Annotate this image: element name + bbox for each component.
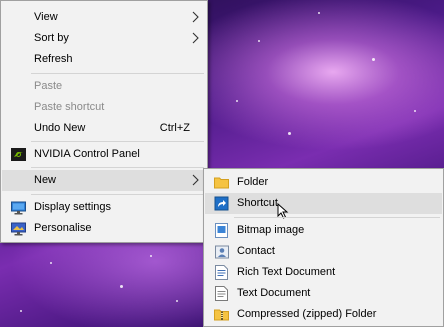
text-document-icon <box>214 286 229 301</box>
menu-separator <box>31 73 204 74</box>
wallpaper-star <box>150 255 152 257</box>
display-settings-icon <box>11 200 26 215</box>
menu-item-label: New <box>34 174 57 186</box>
menu-item-label: Paste shortcut <box>34 101 105 113</box>
submenu-item-shortcut[interactable]: Shortcut <box>205 193 442 219</box>
menu-item-personalise[interactable]: Personalise <box>2 218 206 239</box>
menu-item-label: Contact <box>237 245 275 257</box>
submenu-item-folder[interactable]: Folder <box>205 172 442 193</box>
wallpaper-star <box>120 285 123 288</box>
menu-item-refresh[interactable]: Refresh <box>2 49 206 70</box>
rich-text-document-icon <box>214 265 229 280</box>
wallpaper-star <box>50 262 52 264</box>
menu-item-label: Compressed (zipped) Folder <box>237 308 377 320</box>
menu-item-view[interactable]: View <box>2 7 206 28</box>
menu-item-sort-by[interactable]: Sort by <box>2 28 206 49</box>
menu-item-label: Personalise <box>34 222 92 234</box>
menu-item-label: Text Document <box>237 287 311 299</box>
keyboard-shortcut: Ctrl+Z <box>159 122 190 134</box>
submenu-item-contact[interactable]: Contact <box>205 241 442 262</box>
submenu-item-compressed-folder[interactable]: Compressed (zipped) Folder <box>205 304 442 325</box>
wallpaper-star <box>258 40 260 42</box>
menu-item-label: Display settings <box>34 201 112 213</box>
bitmap-image-icon <box>214 223 229 238</box>
menu-separator <box>31 141 204 142</box>
menu-item-label: Undo New <box>34 122 86 134</box>
menu-item-undo-new[interactable]: Undo New Ctrl+Z <box>2 118 206 139</box>
menu-item-nvidia-control-panel[interactable]: NVIDIA Control Panel <box>2 144 206 165</box>
menu-item-label: NVIDIA Control Panel <box>34 148 140 160</box>
chevron-right-icon <box>192 174 199 186</box>
wallpaper-star <box>414 110 416 112</box>
menu-item-label: Shortcut <box>237 197 278 209</box>
menu-item-label: Refresh <box>34 53 73 65</box>
menu-item-display-settings[interactable]: Display settings <box>2 197 206 218</box>
menu-item-label: Sort by <box>34 32 69 44</box>
menu-item-label: View <box>34 11 58 23</box>
menu-item-paste[interactable]: Paste <box>2 76 206 97</box>
wallpaper-star <box>288 132 291 135</box>
menu-item-label: Rich Text Document <box>237 266 336 278</box>
chevron-right-icon <box>192 11 199 23</box>
contact-icon <box>214 244 229 259</box>
personalise-icon <box>11 221 26 236</box>
menu-separator <box>31 167 204 168</box>
menu-item-label: Paste <box>34 80 63 92</box>
menu-item-label: Folder <box>237 176 269 188</box>
submenu-item-text-document[interactable]: Text Document <box>205 283 442 304</box>
zip-folder-icon <box>214 307 229 322</box>
chevron-right-icon <box>192 32 199 44</box>
menu-item-label: Bitmap image <box>237 224 305 236</box>
menu-item-new[interactable]: New <box>2 170 206 191</box>
wallpaper-star <box>372 58 375 61</box>
menu-separator <box>31 194 204 195</box>
desktop-context-menu: View Sort by Refresh Paste Paste shortcu… <box>0 0 208 243</box>
submenu-item-rich-text-document[interactable]: Rich Text Document <box>205 262 442 283</box>
wallpaper-star <box>176 300 178 302</box>
menu-item-paste-shortcut[interactable]: Paste shortcut <box>2 97 206 118</box>
submenu-item-bitmap-image[interactable]: Bitmap image <box>205 220 442 241</box>
shortcut-icon <box>214 196 229 211</box>
wallpaper-star <box>318 12 320 14</box>
wallpaper-star <box>20 310 22 312</box>
nvidia-icon <box>11 147 26 162</box>
new-submenu: Folder Shortcut Bitmap image Contact Ric… <box>203 168 444 327</box>
menu-separator <box>234 217 440 218</box>
folder-icon <box>214 175 229 190</box>
wallpaper-star <box>236 100 238 102</box>
